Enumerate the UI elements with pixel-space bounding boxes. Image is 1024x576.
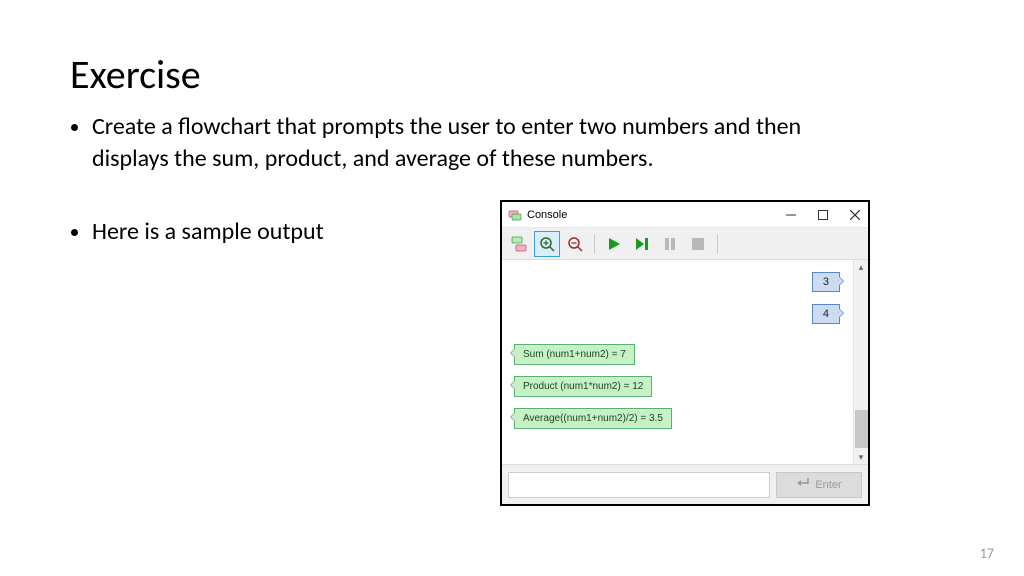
zoom-out-icon[interactable] <box>562 231 588 257</box>
enter-button-label: Enter <box>815 479 841 491</box>
scroll-down-icon[interactable]: ▾ <box>859 450 864 464</box>
console-titlebar: Console <box>502 202 868 228</box>
console-input-area: Enter <box>502 464 868 504</box>
step-icon[interactable] <box>629 231 655 257</box>
close-button[interactable] <box>848 208 862 222</box>
enter-button[interactable]: Enter <box>776 472 862 498</box>
input-bubble: 3 <box>812 272 840 292</box>
toolbar-separator <box>594 234 595 254</box>
output-bubble: Average((num1+num2)/2) = 3.5 <box>514 408 672 429</box>
stop-icon[interactable] <box>685 231 711 257</box>
layout-icon[interactable] <box>506 231 532 257</box>
console-window: Console <box>500 200 870 506</box>
console-title: Console <box>527 209 784 221</box>
output-bubble: Product (num1*num2) = 12 <box>514 376 652 397</box>
minimize-button[interactable] <box>784 208 798 222</box>
output-bubble: Sum (num1+num2) = 7 <box>514 344 635 365</box>
slide-title: Exercise <box>70 50 954 99</box>
scroll-up-icon[interactable]: ▴ <box>859 260 864 274</box>
console-input[interactable] <box>508 472 770 498</box>
bullet-item: Create a flowchart that prompts the user… <box>92 111 872 176</box>
maximize-button[interactable] <box>816 208 830 222</box>
page-number: 17 <box>980 545 994 562</box>
toolbar-separator <box>717 234 718 254</box>
enter-arrow-icon <box>796 477 810 492</box>
play-icon[interactable] <box>601 231 627 257</box>
console-app-icon <box>508 208 522 222</box>
pause-icon[interactable] <box>657 231 683 257</box>
vertical-scrollbar[interactable]: ▴ ▾ <box>853 260 868 464</box>
scrollbar-thumb[interactable] <box>855 410 868 448</box>
slide: Exercise Create a flowchart that prompts… <box>0 0 1024 576</box>
console-toolbar <box>502 228 868 260</box>
input-bubble: 4 <box>812 304 840 324</box>
console-body: 3 4 Sum (num1+num2) = 7 Product (num1*nu… <box>502 260 868 464</box>
zoom-in-icon[interactable] <box>534 231 560 257</box>
